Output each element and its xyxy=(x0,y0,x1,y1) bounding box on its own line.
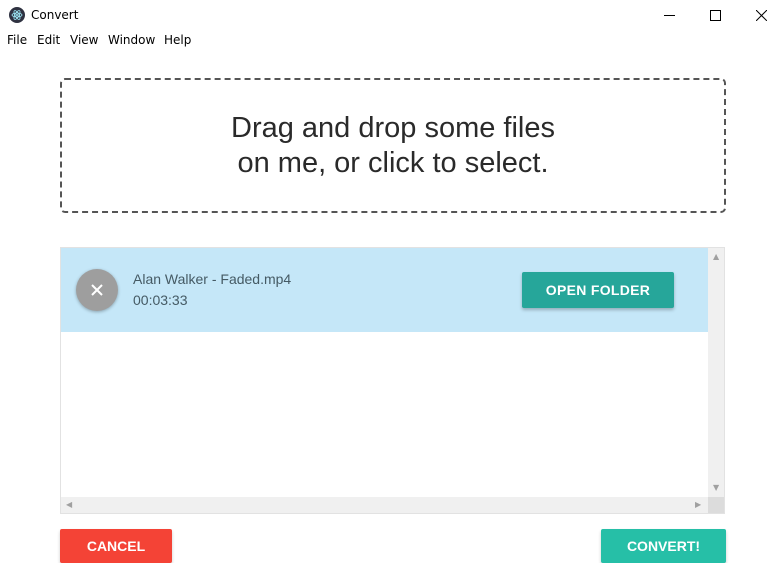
file-duration: 00:03:33 xyxy=(133,292,188,308)
menu-window[interactable]: Window xyxy=(108,33,155,47)
vertical-scrollbar[interactable]: ▲ ▼ xyxy=(708,248,724,498)
file-dropzone[interactable]: Drag and drop some files on me, or click… xyxy=(60,78,726,213)
menu-help[interactable]: Help xyxy=(164,33,191,47)
file-list-item: Alan Walker - Faded.mp4 00:03:33 OPEN FO… xyxy=(61,248,708,332)
file-list: Alan Walker - Faded.mp4 00:03:33 OPEN FO… xyxy=(60,247,725,514)
maximize-button[interactable] xyxy=(692,0,738,30)
electron-app-icon xyxy=(9,7,25,23)
open-folder-button[interactable]: OPEN FOLDER xyxy=(522,272,674,308)
minimize-icon xyxy=(663,14,675,16)
remove-file-button[interactable] xyxy=(76,269,118,311)
minimize-button[interactable] xyxy=(646,0,692,30)
scroll-up-arrow-icon[interactable]: ▲ xyxy=(713,253,719,261)
title-bar[interactable]: Convert xyxy=(0,0,784,30)
scroll-down-arrow-icon[interactable]: ▼ xyxy=(713,484,719,492)
scrollbar-corner xyxy=(708,497,724,513)
file-name: Alan Walker - Faded.mp4 xyxy=(133,271,292,287)
window-title: Convert xyxy=(31,8,79,22)
close-window-button[interactable] xyxy=(738,0,784,30)
cancel-button[interactable]: CANCEL xyxy=(60,529,172,563)
dropzone-instructions: Drag and drop some files on me, or click… xyxy=(231,111,555,179)
scroll-left-arrow-icon[interactable]: ◀ xyxy=(66,501,72,509)
horizontal-scrollbar[interactable]: ◀ ▶ xyxy=(61,497,708,513)
scroll-right-arrow-icon[interactable]: ▶ xyxy=(695,501,701,509)
menu-view[interactable]: View xyxy=(70,33,98,47)
menu-edit[interactable]: Edit xyxy=(37,33,60,47)
close-icon xyxy=(755,9,767,21)
convert-button[interactable]: CONVERT! xyxy=(601,529,726,563)
menu-bar: File Edit View Window Help xyxy=(0,31,784,51)
maximize-icon xyxy=(709,9,721,21)
close-icon xyxy=(91,284,103,296)
menu-file[interactable]: File xyxy=(7,33,27,47)
